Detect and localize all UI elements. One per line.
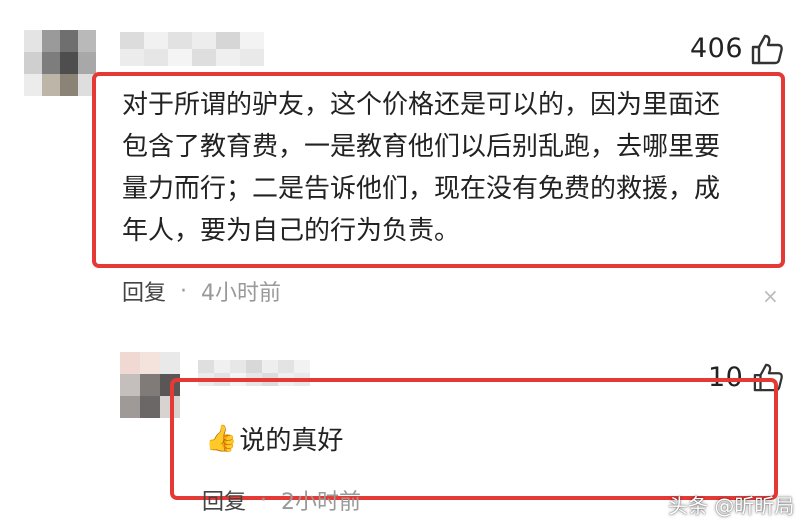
avatar[interactable] (24, 30, 96, 96)
like-count: 406 (690, 33, 744, 64)
comment-meta: 回复 · 2小时前 (202, 484, 361, 516)
reply-button[interactable]: 回复 (202, 484, 246, 516)
separator: · (180, 278, 188, 304)
comment-meta: 回复 · 4小时前 (122, 275, 281, 307)
username[interactable] (120, 32, 264, 66)
thumbs-up-icon[interactable] (750, 33, 784, 65)
separator: · (260, 487, 268, 513)
highlight-box (170, 378, 778, 500)
close-icon[interactable]: × (762, 284, 779, 308)
timestamp: 2小时前 (281, 490, 362, 515)
timestamp: 4小时前 (201, 281, 282, 306)
reply-button[interactable]: 回复 (122, 275, 166, 307)
watermark: 头条 @昕昕局 (668, 494, 795, 518)
highlight-box (92, 72, 785, 268)
